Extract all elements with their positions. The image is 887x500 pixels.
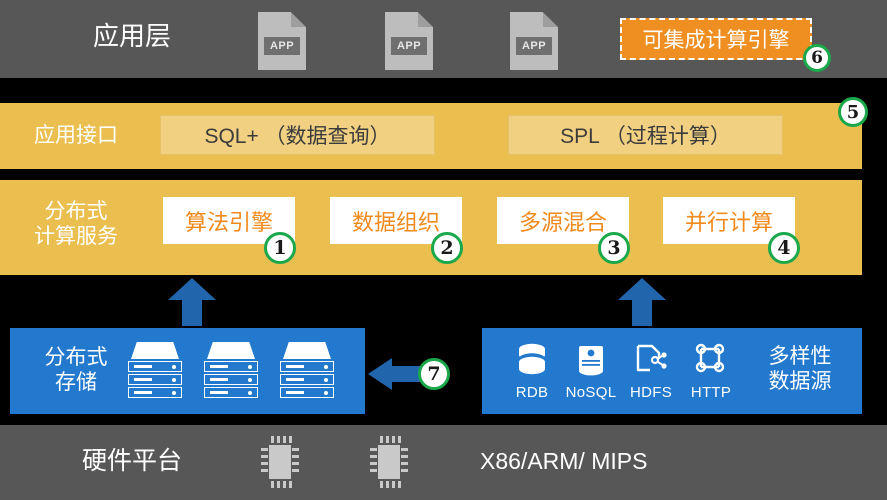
server-unit [128,387,182,398]
badge-3: 3 [598,232,630,264]
architecture-diagram: 应用层 APP APP APP 可集成计算引擎 6 应用接口 SQL+ （数据查… [0,0,887,500]
server-top [283,342,331,359]
app-document-icon: APP [510,12,558,70]
badge-2-number: 2 [440,237,454,259]
integrated-compute-engine-box[interactable]: 可集成计算引擎 [620,18,812,60]
server-unit [280,361,334,372]
server-unit [204,361,258,372]
app-page-fold [417,12,433,28]
api-box-spl[interactable]: SPL （过程计算） [508,115,783,155]
compute-layer-label: 分布式 计算服务 [34,200,118,248]
server-unit [204,374,258,385]
datasource-item-rdb: RDB [503,338,561,401]
badge-7: 7 [418,358,450,390]
badge-1-number: 1 [273,237,287,259]
server-unit [128,374,182,385]
chip-core [378,445,400,479]
badge-4: 4 [768,232,800,264]
server-top [207,342,255,359]
up-arrow-icon [168,278,216,326]
server-unit [128,361,182,372]
badge-2: 2 [431,232,463,264]
app-document-icon: APP [385,12,433,70]
datasource-caption-http: HTTP [690,384,732,401]
service-box-algorithm-engine-label: 算法引擎 [184,209,273,235]
badge-5: 5 [838,97,868,127]
datasource-caption-nosql: NoSQL [565,384,617,401]
datasource-item-hdfs: HDFS [622,338,680,401]
api-box-sql-label: SQL+ （数据查询） [204,125,391,148]
left-arrow-head [368,358,392,390]
api-layer-label: 应用接口 [34,124,118,147]
up-arrow-shaft [632,300,652,326]
badge-4-number: 4 [777,237,791,259]
datasource-item-nosql: NoSQL [562,338,620,401]
cpu-chip-icon [367,436,411,488]
app-tag-label: APP [264,37,300,55]
app-document-icon: APP [258,12,306,70]
service-box-parallel-compute-label: 并行计算 [684,209,773,235]
badge-6-number: 6 [811,48,823,68]
chip-core [269,445,291,479]
hardware-layer-label: 硬件平台 [81,447,182,475]
database-cylinder-icon [503,338,561,380]
integrated-compute-engine-label: 可集成计算引擎 [642,29,790,52]
up-arrow-shaft [182,300,202,326]
datasource-item-http: HTTP [682,338,740,401]
datasource-layer-label: 多样性 数据源 [768,345,832,393]
network-nodes-icon [682,338,740,380]
storage-layer-label: 分布式 存储 [44,346,108,394]
badge-1: 1 [264,232,296,264]
file-share-icon [622,338,680,380]
up-arrow-head [618,278,666,300]
server-unit [280,374,334,385]
api-box-sql[interactable]: SQL+ （数据查询） [160,115,435,155]
application-layer-label: 应用层 [92,21,171,51]
app-tag-label: APP [516,37,552,55]
api-box-spl-label: SPL （过程计算） [560,125,731,148]
server-unit [204,387,258,398]
app-page-fold [542,12,558,28]
server-stack-icon [204,342,258,400]
cpu-chip-icon [258,436,302,488]
datasource-caption-hdfs: HDFS [629,384,673,401]
badge-7-number: 7 [427,363,441,385]
server-stack-icon [128,342,182,400]
app-page-fold [290,12,306,28]
server-unit [280,387,334,398]
nosql-cylinder-icon [562,338,620,380]
badge-6: 6 [803,44,831,72]
badge-5-number: 5 [846,101,860,123]
badge-3-number: 3 [607,237,621,259]
server-top [131,342,179,359]
service-box-multisource-mix-label: 多源混合 [518,209,607,235]
hardware-platforms-label: X86/ARM/ MIPS [480,448,648,474]
datasource-caption-rdb: RDB [515,384,549,401]
app-tag-label: APP [391,37,427,55]
server-stack-icon [280,342,334,400]
up-arrow-icon [618,278,666,326]
up-arrow-head [168,278,216,300]
service-box-data-organization-label: 数据组织 [351,209,440,235]
